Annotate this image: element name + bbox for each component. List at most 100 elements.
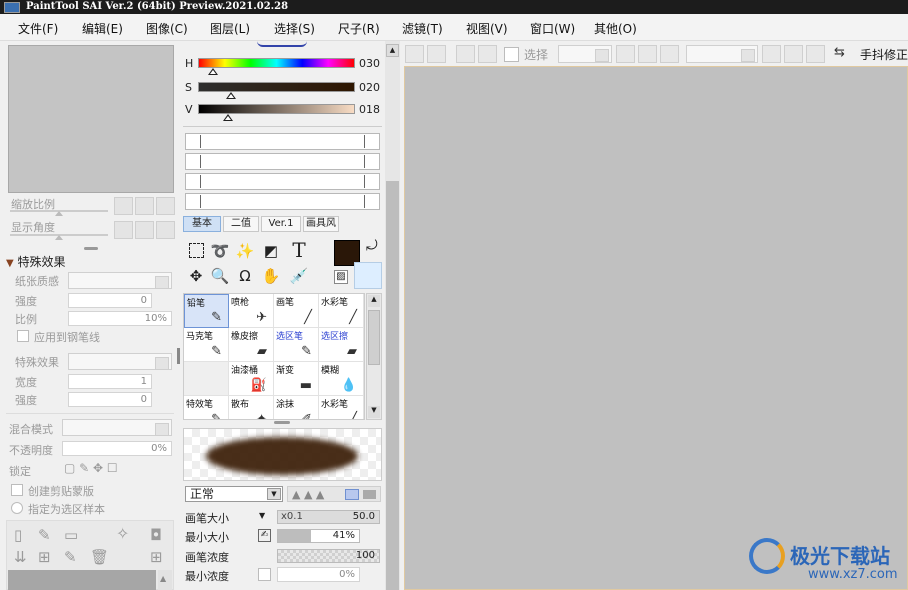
swatch-slot-4[interactable] xyxy=(185,193,380,210)
color-wheel-edge[interactable] xyxy=(257,41,307,47)
pressure-toggle-icon[interactable]: ✍ xyxy=(258,529,271,542)
lock-icons[interactable]: ▢ ✎ ✥ ☐ xyxy=(64,461,118,475)
size-dropdown-icon[interactable]: ▼ xyxy=(259,511,265,520)
text-icon[interactable]: T xyxy=(288,239,310,261)
brush-cell[interactable]: 特效笔 ✎ xyxy=(184,396,229,419)
menu-window[interactable]: 窗口(W) xyxy=(530,20,575,37)
shape-icon[interactable]: ◩ xyxy=(260,240,282,262)
scroll-thumb[interactable] xyxy=(368,310,380,365)
scroll-thumb[interactable] xyxy=(386,181,399,590)
menu-ruler[interactable]: 尺子(R) xyxy=(338,20,380,37)
brush-cell[interactable]: 油漆桶 ⛽ xyxy=(229,362,274,396)
swatch-slot-1[interactable] xyxy=(185,133,380,150)
blend-mode-select[interactable] xyxy=(62,419,172,436)
swap-colors-icon[interactable]: ⤾ xyxy=(366,238,378,254)
transparent-color-icon[interactable]: ▨ xyxy=(334,270,348,284)
clipping-checkbox[interactable] xyxy=(11,484,23,496)
canvas[interactable] xyxy=(404,66,908,590)
apply-to-pen-checkbox[interactable] xyxy=(17,330,29,342)
redo-button[interactable] xyxy=(427,45,446,63)
hue-slider-thumb[interactable] xyxy=(208,68,218,75)
value-slider[interactable] xyxy=(198,104,355,114)
brush-cell[interactable]: 选区擦 ▰ xyxy=(319,328,364,362)
rotate-reset-button[interactable] xyxy=(806,45,825,63)
panel-splitter[interactable] xyxy=(274,421,290,424)
navigator-preview[interactable] xyxy=(8,45,174,193)
brush-cell[interactable]: 渐变 ▬ xyxy=(274,362,319,396)
hand-icon[interactable]: ✋ xyxy=(260,265,282,287)
menu-file[interactable]: 文件(F) xyxy=(18,20,58,37)
eyedropper-icon[interactable]: 💉 xyxy=(288,265,310,287)
background-color-swatch[interactable] xyxy=(354,262,382,289)
brush-cell[interactable]: 铅笔 ✎ xyxy=(184,294,229,328)
deselect-button[interactable] xyxy=(456,45,475,63)
brush-size-field[interactable]: x0.1 50.0 xyxy=(277,510,380,524)
effects-section-header[interactable]: ▼ 特殊效果 xyxy=(6,253,66,270)
brush-cell[interactable]: 橡皮擦 ▰ xyxy=(229,328,274,362)
new-folder-icon[interactable]: ▭ xyxy=(64,526,78,544)
brush-cell[interactable]: 水彩笔 ╱ xyxy=(319,396,364,419)
brush-cell[interactable]: 马克笔 ✎ xyxy=(184,328,229,362)
selection-source-radio[interactable] xyxy=(11,502,23,514)
brush-cell[interactable] xyxy=(184,362,229,396)
scale-field[interactable]: 10% xyxy=(68,311,172,326)
brush-shape-icons[interactable]: ▲ ▲ ▲ xyxy=(292,488,324,501)
zoom-in-button[interactable] xyxy=(135,197,154,215)
tool-panel-scrollbar[interactable]: ▲ xyxy=(385,41,400,590)
undo-button[interactable] xyxy=(405,45,424,63)
brush-cell[interactable]: 画笔 ╱ xyxy=(274,294,319,328)
move-icon[interactable]: ✥ xyxy=(185,265,207,287)
zoom-in-button[interactable] xyxy=(638,45,657,63)
layer-list[interactable] xyxy=(8,570,156,590)
rotate-left-button[interactable] xyxy=(114,221,133,239)
swatch-slot-2[interactable] xyxy=(185,153,380,170)
new-layer-icon[interactable]: ▯ xyxy=(14,526,22,544)
flip-icon[interactable]: ⇆ xyxy=(834,45,845,60)
saturation-slider[interactable] xyxy=(198,82,355,92)
brush-cell[interactable]: 水彩笔 ╱ xyxy=(319,294,364,328)
menu-other[interactable]: 其他(O) xyxy=(594,20,637,37)
brush-grid-scrollbar[interactable]: ▲ ▼ xyxy=(366,293,382,420)
layer-mask-icon[interactable]: ◘ xyxy=(150,526,162,544)
effect-layer-icon[interactable]: ✧ xyxy=(116,524,129,543)
brush-shape-flat[interactable] xyxy=(363,490,376,499)
zoom-slider-thumb[interactable] xyxy=(55,211,63,216)
lasso-icon[interactable]: ➰ xyxy=(209,240,231,262)
brush-cell[interactable]: 散布 ✦ xyxy=(229,396,274,419)
effect-select[interactable] xyxy=(68,353,172,370)
brush-shape-selector[interactable]: ▲ ▲ ▲ xyxy=(287,486,381,502)
min-size-field[interactable]: 41% xyxy=(277,529,360,543)
strength2-field[interactable]: 0 xyxy=(68,392,152,407)
swatch-slot-3[interactable] xyxy=(185,173,380,190)
zoom-select[interactable] xyxy=(558,45,612,63)
value-slider-thumb[interactable] xyxy=(223,114,233,121)
rotate-icon[interactable]: Ω xyxy=(234,265,256,287)
brush-shape-selected[interactable] xyxy=(345,489,359,500)
menu-edit[interactable]: 编辑(E) xyxy=(82,20,123,37)
zoom-out-button[interactable] xyxy=(114,197,133,215)
tab-binary[interactable]: 二值 xyxy=(223,216,259,232)
menu-view[interactable]: 视图(V) xyxy=(466,20,508,37)
select-checkbox[interactable] xyxy=(504,47,519,62)
strength-field[interactable]: 0 xyxy=(68,293,152,308)
scroll-down-icon[interactable]: ▼ xyxy=(368,406,380,418)
zoom-icon[interactable]: 🔍 xyxy=(209,265,231,287)
layer-scrollbar[interactable]: ▲ xyxy=(158,570,172,590)
density-field[interactable]: 100 xyxy=(277,549,380,563)
rotate-right-button[interactable] xyxy=(135,221,154,239)
scroll-up-icon[interactable]: ▲ xyxy=(386,44,399,57)
brush-cell[interactable]: 喷枪 ✈ xyxy=(229,294,274,328)
invert-selection-button[interactable] xyxy=(478,45,497,63)
tab-ver1[interactable]: Ver.1 xyxy=(261,216,301,232)
brush-cell[interactable]: 选区笔 ✎ xyxy=(274,328,319,362)
width-field[interactable]: 1 xyxy=(68,374,152,389)
paper-texture-select[interactable] xyxy=(68,272,172,289)
menu-layer[interactable]: 图层(L) xyxy=(210,20,250,37)
zoom-fit-button[interactable] xyxy=(660,45,679,63)
scroll-up-icon[interactable]: ▲ xyxy=(368,295,380,307)
rect-select-icon[interactable] xyxy=(185,240,207,262)
tab-basic[interactable]: 基本 xyxy=(183,216,221,232)
tab-art-media[interactable]: 画具风 xyxy=(303,216,339,232)
angle-slider-thumb[interactable] xyxy=(55,235,63,240)
clear-layer-icon[interactable]: ✎ xyxy=(64,548,77,566)
